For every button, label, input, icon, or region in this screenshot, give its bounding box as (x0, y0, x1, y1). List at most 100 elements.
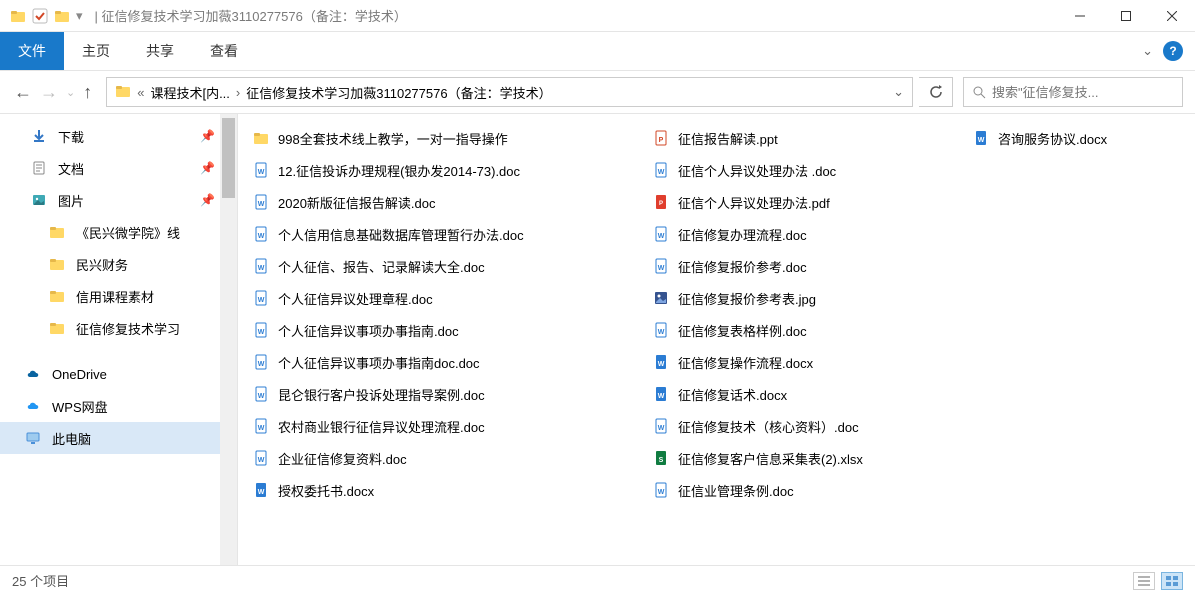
file-name: 征信业管理条例.doc (678, 481, 794, 500)
ribbon: 文件 主页 共享 查看 ⌄ ? (0, 32, 1195, 70)
docx-icon (252, 481, 270, 499)
pin-icon: 📌 (200, 161, 215, 175)
file-item[interactable]: 征信修复办理流程.doc (652, 218, 972, 250)
sidebar-item[interactable]: 文档 📌 (0, 152, 237, 184)
file-item[interactable]: 2020新版征信报告解读.doc (252, 186, 652, 218)
file-name: 农村商业银行征信异议处理流程.doc (278, 417, 485, 436)
file-item[interactable]: 征信个人异议处理办法 .doc (652, 154, 972, 186)
view-icons-button[interactable] (1161, 572, 1183, 590)
forward-button[interactable]: → (40, 82, 58, 103)
file-item[interactable]: 企业征信修复资料.doc (252, 442, 652, 474)
breadcrumb-seg2[interactable]: 征信修复技术学习加薇3110277576（备注：学技术） (246, 83, 551, 102)
address-bar[interactable]: « 课程技术[内... › 征信修复技术学习加薇3110277576（备注：学技… (106, 77, 913, 107)
doc-icon (652, 225, 670, 243)
back-button[interactable]: ← (14, 82, 32, 103)
tab-share[interactable]: 共享 (128, 32, 192, 70)
file-name: 12.征信投诉办理规程(银办发2014-73).doc (278, 161, 520, 180)
sidebar: 下载 📌 文档 📌 图片📌 《民兴微学院》线民兴财务信用课程素材征信修复技术学习 OneDr… (0, 114, 238, 565)
file-item[interactable]: 征信修复报价参考.doc (652, 250, 972, 282)
file-name: 征信修复报价参考.doc (678, 257, 807, 276)
file-item[interactable]: 农村商业银行征信异议处理流程.doc (252, 410, 652, 442)
file-name: 征信修复报价参考表.jpg (678, 289, 816, 308)
file-item[interactable]: 征信业管理条例.doc (652, 474, 972, 506)
file-item[interactable]: 昆仑银行客户投诉处理指导案例.doc (252, 378, 652, 410)
file-item[interactable]: 个人征信异议处理章程.doc (252, 282, 652, 314)
file-item[interactable]: 咨询服务协议.docx (972, 122, 1192, 154)
help-button[interactable]: ? (1163, 41, 1183, 61)
doc-icon (652, 417, 670, 435)
item-count: 25 个项目 (12, 571, 69, 590)
file-name: 个人征信异议处理章程.doc (278, 289, 433, 308)
address-dropdown[interactable]: ⌄ (893, 84, 904, 100)
file-item[interactable]: 征信修复技术（核心资料）.doc (652, 410, 972, 442)
sidebar-item-label: 下载 (58, 127, 84, 146)
sidebar-item-label: 民兴财务 (76, 255, 128, 274)
doc-icon (252, 225, 270, 243)
sidebar-item[interactable]: 此电脑 (0, 422, 237, 454)
sidebar-item[interactable]: 《民兴微学院》线 (0, 216, 237, 248)
sidebar-item[interactable]: OneDrive (0, 358, 237, 390)
file-item[interactable]: 征信修复操作流程.docx (652, 346, 972, 378)
doc-icon (652, 481, 670, 499)
search-input[interactable] (992, 85, 1174, 100)
up-button[interactable]: ↑ (83, 82, 92, 103)
pdf-icon (652, 193, 670, 211)
titlebar: ▾ | 征信修复技术学习加薇3110277576（备注：学技术） (0, 0, 1195, 32)
sidebar-item-label: 《民兴微学院》线 (76, 223, 180, 242)
chevron-right-icon[interactable]: › (236, 85, 240, 100)
statusbar: 25 个项目 (0, 565, 1195, 595)
file-item[interactable]: 授权委托书.docx (252, 474, 652, 506)
checkbox-icon[interactable] (32, 8, 48, 24)
tab-file[interactable]: 文件 (0, 32, 64, 70)
doc-icon (252, 161, 270, 179)
file-item[interactable]: 征信个人异议处理办法.pdf (652, 186, 972, 218)
file-item[interactable]: 个人征信异议事项办事指南.doc (252, 314, 652, 346)
breadcrumb-seg1[interactable]: 课程技术[内... (150, 83, 229, 102)
view-details-button[interactable] (1133, 572, 1155, 590)
file-name: 征信修复话术.docx (678, 385, 787, 404)
sidebar-item-label: WPS网盘 (52, 397, 108, 416)
file-name: 个人信用信息基础数据库管理暂行办法.doc (278, 225, 524, 244)
sidebar-item-label: 文档 (58, 159, 84, 178)
file-name: 昆仑银行客户投诉处理指导案例.doc (278, 385, 485, 404)
sidebar-item[interactable]: 下载 📌 (0, 120, 237, 152)
maximize-button[interactable] (1103, 0, 1149, 32)
sidebar-item-label: 图片 (58, 191, 84, 210)
sidebar-item[interactable]: 图片📌 (0, 184, 237, 216)
doc-icon (652, 321, 670, 339)
history-dropdown[interactable]: ⌄ (66, 86, 75, 99)
file-item[interactable]: 征信报告解读.ppt (652, 122, 972, 154)
search-box[interactable] (963, 77, 1183, 107)
file-item[interactable]: 个人征信、报告、记录解读大全.doc (252, 250, 652, 282)
file-item[interactable]: 个人征信异议事项办事指南doc.doc (252, 346, 652, 378)
scrollbar[interactable] (220, 114, 237, 565)
expand-ribbon-icon[interactable]: ⌄ (1142, 43, 1153, 59)
file-item[interactable]: 12.征信投诉办理规程(银办发2014-73).doc (252, 154, 652, 186)
file-item[interactable]: 征信修复表格样例.doc (652, 314, 972, 346)
file-name: 征信个人异议处理办法.pdf (678, 193, 830, 212)
pin-icon: 📌 (200, 129, 215, 143)
close-button[interactable] (1149, 0, 1195, 32)
doc-icon (252, 257, 270, 275)
refresh-button[interactable] (919, 77, 953, 107)
minimize-button[interactable] (1057, 0, 1103, 32)
ppt-icon (652, 129, 670, 147)
sidebar-item[interactable]: 征信修复技术学习 (0, 312, 237, 344)
sidebar-item[interactable]: 信用课程素材 (0, 280, 237, 312)
file-item[interactable]: 征信修复话术.docx (652, 378, 972, 410)
folder-icon (48, 319, 66, 337)
doc-icon (652, 257, 670, 275)
tab-view[interactable]: 查看 (192, 32, 256, 70)
file-item[interactable]: 征信修复客户信息采集表(2).xlsx (652, 442, 972, 474)
sidebar-item[interactable]: WPS网盘 (0, 390, 237, 422)
file-item[interactable]: 个人信用信息基础数据库管理暂行办法.doc (252, 218, 652, 250)
folder-icon (54, 8, 70, 24)
tab-home[interactable]: 主页 (64, 32, 128, 70)
breadcrumb-prefix[interactable]: « (137, 85, 144, 100)
file-name: 征信修复表格样例.doc (678, 321, 807, 340)
sidebar-item[interactable]: 民兴财务 (0, 248, 237, 280)
doc-icon (652, 161, 670, 179)
file-item[interactable]: 998全套技术线上教学，一对一指导操作 (252, 122, 652, 154)
file-item[interactable]: 征信修复报价参考表.jpg (652, 282, 972, 314)
file-name: 征信报告解读.ppt (678, 129, 778, 148)
